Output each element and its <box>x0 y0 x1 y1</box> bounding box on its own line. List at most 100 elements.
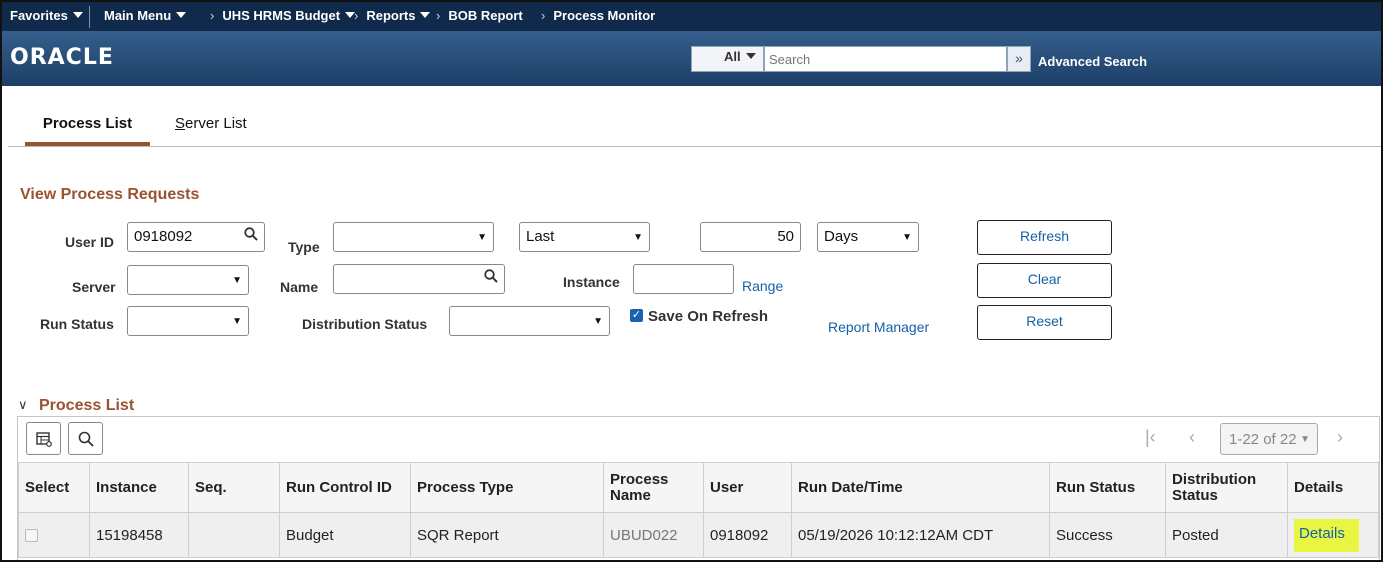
clear-button[interactable]: Clear <box>977 263 1112 298</box>
search-icon[interactable] <box>244 227 258 241</box>
column-distribution-status[interactable]: Distribution Status <box>1165 462 1288 513</box>
row-select-cell <box>18 512 90 558</box>
collapse-section-toggle[interactable]: ∨ <box>18 397 28 413</box>
period-select[interactable]: Last ▼ <box>519 222 650 252</box>
days-unit-select[interactable]: Days ▼ <box>817 222 919 252</box>
main-menu[interactable]: Main Menu <box>104 8 187 23</box>
page-range-select[interactable]: 1-22 of 22 ▼ <box>1220 423 1318 455</box>
checkmark-icon: ✓ <box>631 309 642 321</box>
favorites-menu[interactable]: Favorites <box>10 8 83 23</box>
row-distribution-status: Posted <box>1165 512 1288 558</box>
days-unit-value: Days <box>824 228 859 245</box>
reset-button[interactable]: Reset <box>977 305 1112 340</box>
breadcrumb-uhs-hrms-budget[interactable]: › UHS HRMS Budget <box>210 8 356 23</box>
name-label: Name <box>280 279 319 295</box>
chevron-right-icon: › <box>541 8 546 23</box>
report-manager-link[interactable]: Report Manager <box>828 319 929 335</box>
column-dist-status-line1: Distribution <box>1172 470 1257 488</box>
table-header-row: Select Instance Seq. Run Control ID Proc… <box>18 462 1379 513</box>
column-process-name-line1: Process <box>610 470 669 488</box>
chevron-right-icon: › <box>354 8 359 23</box>
column-user[interactable]: User <box>703 462 792 513</box>
type-label: Type <box>288 239 320 255</box>
chevron-down-icon: ▼ <box>902 232 912 243</box>
page-range-value: 1-22 of 22 <box>1229 431 1297 448</box>
column-process-name[interactable]: Process Name <box>603 462 704 513</box>
instance-input[interactable] <box>633 264 734 294</box>
column-instance[interactable]: Instance <box>89 462 189 513</box>
row-seq <box>188 512 280 558</box>
user-id-value: 0918092 <box>134 228 193 245</box>
chevron-right-icon: › <box>436 8 441 23</box>
previous-page-icon[interactable]: ‹ <box>1189 427 1195 448</box>
process-list-table: Select Instance Seq. Run Control ID Proc… <box>18 462 1379 558</box>
oracle-logo: ORACLE <box>10 45 114 70</box>
user-id-label: User ID <box>65 234 115 250</box>
server-select[interactable]: ▼ <box>127 265 249 295</box>
days-count-input[interactable]: 50 <box>700 222 801 252</box>
row-details-cell: Details <box>1287 512 1379 558</box>
row-user: 0918092 <box>703 512 792 558</box>
chevron-down-icon <box>745 53 756 59</box>
personalize-grid-button[interactable] <box>26 422 61 455</box>
double-chevron-right-icon: » <box>1015 50 1023 66</box>
find-in-grid-button[interactable] <box>68 422 103 455</box>
chevron-down-icon: ▼ <box>232 316 242 327</box>
tab-label-rest: erver List <box>185 115 247 132</box>
breadcrumb-reports[interactable]: › Reports <box>354 8 431 23</box>
column-run-status[interactable]: Run Status <box>1049 462 1166 513</box>
column-process-type[interactable]: Process Type <box>410 462 604 513</box>
days-count-value: 50 <box>777 228 794 245</box>
distribution-status-select[interactable]: ▼ <box>449 306 610 336</box>
row-select-checkbox[interactable] <box>25 529 38 543</box>
instance-label: Instance <box>563 274 620 290</box>
column-dist-status-line2: Status <box>1172 486 1218 504</box>
advanced-search-link[interactable]: Advanced Search <box>1038 54 1147 69</box>
column-seq[interactable]: Seq. <box>188 462 280 513</box>
app-frame: Favorites Main Menu › UHS HRMS Budget › Re… <box>0 0 1383 562</box>
tab-divider <box>8 146 1381 147</box>
search-go-button[interactable]: » <box>1007 46 1031 72</box>
first-page-icon[interactable]: |‹ <box>1145 427 1156 448</box>
details-link[interactable]: Details <box>1294 518 1359 552</box>
save-on-refresh-checkbox[interactable]: ✓ <box>630 309 643 322</box>
chevron-down-icon <box>176 12 187 18</box>
save-on-refresh-label[interactable]: Save On Refresh <box>648 308 768 325</box>
nav-divider <box>89 6 90 28</box>
column-run-control-id[interactable]: Run Control ID <box>279 462 411 513</box>
process-list-title: Process List <box>39 397 135 414</box>
chevron-down-icon: ▼ <box>1300 434 1310 445</box>
row-run-status: Success <box>1049 512 1166 558</box>
chevron-down-icon: ∨ <box>18 397 28 412</box>
search-icon <box>78 431 94 447</box>
row-run-date-time: 05/19/2026 10:12:12AM CDT <box>791 512 1050 558</box>
tab-accesskey: S <box>175 115 186 132</box>
column-process-name-line2: Name <box>610 486 651 504</box>
top-nav-bar: Favorites Main Menu › UHS HRMS Budget › Re… <box>2 2 1381 31</box>
search-scope-select[interactable]: All <box>691 46 764 72</box>
column-details: Details <box>1287 462 1379 513</box>
range-link[interactable]: Range <box>742 278 783 294</box>
next-page-icon[interactable]: › <box>1337 427 1343 448</box>
search-icon[interactable] <box>484 269 498 283</box>
breadcrumb-process-monitor[interactable]: › Process Monitor <box>541 8 655 23</box>
chevron-down-icon <box>72 12 83 18</box>
chevron-down-icon: ▼ <box>232 275 242 286</box>
chevron-down-icon: ▼ <box>477 232 487 243</box>
tab-server-list[interactable]: Server List <box>175 115 247 132</box>
chevron-down-icon: ▼ <box>633 232 643 243</box>
refresh-button[interactable]: Refresh <box>977 220 1112 255</box>
breadcrumb-bob-report[interactable]: › BOB Report <box>436 8 523 23</box>
chevron-down-icon: ▼ <box>593 316 603 327</box>
search-input[interactable] <box>764 46 1007 72</box>
column-run-date-time[interactable]: Run Date/Time <box>791 462 1050 513</box>
tab-process-list[interactable]: Process List <box>25 115 150 132</box>
user-id-field[interactable]: 0918092 <box>127 222 265 252</box>
process-name-field[interactable] <box>333 264 505 294</box>
chevron-right-icon: › <box>210 8 215 23</box>
run-status-select[interactable]: ▼ <box>127 306 249 336</box>
table-row: 15198458 Budget SQR Report UBUD022 09180… <box>18 512 1379 558</box>
view-process-requests-title: View Process Requests <box>20 186 200 203</box>
oracle-banner: ORACLE All » <box>2 31 1381 86</box>
type-select[interactable]: ▼ <box>333 222 494 252</box>
